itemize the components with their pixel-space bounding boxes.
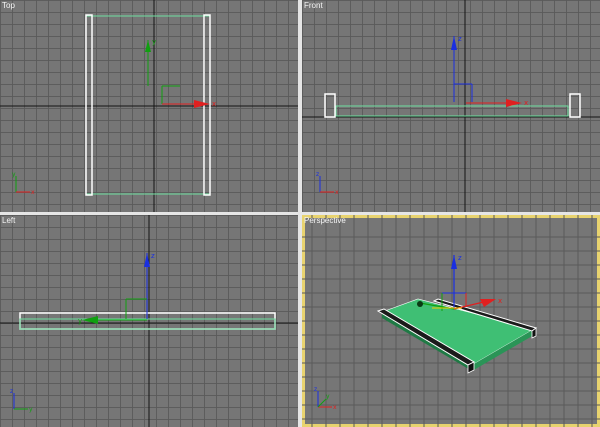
svg-text:y: y — [29, 406, 33, 413]
viewport-left[interactable]: z y z y Left — [0, 215, 298, 427]
svg-text:x: x — [333, 404, 337, 411]
svg-text:y: y — [12, 171, 16, 178]
object-outline — [19, 318, 276, 330]
object-outline — [335, 105, 569, 117]
viewport-label[interactable]: Perspective — [304, 216, 346, 225]
viewport-label[interactable]: Top — [2, 1, 15, 10]
svg-text:z: z — [151, 252, 155, 260]
svg-text:x: x — [31, 189, 35, 196]
svg-text:y: y — [326, 393, 330, 400]
svg-text:x: x — [335, 189, 339, 196]
gizmo-z-arrow — [451, 36, 457, 50]
viewport-front[interactable]: z x z x Front — [302, 0, 600, 212]
svg-text:z: z — [314, 386, 317, 393]
selected-rail-left — [324, 93, 336, 118]
svg-text:z: z — [458, 254, 462, 262]
viewport-perspective[interactable]: z x z x y Perspective — [302, 215, 600, 427]
top-view-scene: y x y x — [0, 0, 298, 212]
corner-axis-y — [317, 398, 327, 408]
svg-text:x: x — [498, 297, 502, 305]
svg-text:x: x — [524, 99, 528, 107]
gizmo-y-handle — [417, 301, 423, 307]
svg-text:z: z — [316, 171, 319, 178]
left-view-scene: z y z y — [0, 215, 298, 427]
front-view-scene: z x z x — [302, 0, 600, 212]
viewport-label[interactable]: Front — [304, 1, 323, 10]
gizmo-x-arrow — [194, 100, 210, 108]
svg-text:y: y — [78, 317, 82, 325]
svg-text:z: z — [458, 35, 462, 43]
viewport-top[interactable]: y x y x Top — [0, 0, 298, 212]
viewport-label[interactable]: Left — [2, 216, 15, 225]
gizmo-y-arrow — [145, 40, 151, 52]
selected-rail-left — [85, 14, 93, 196]
svg-text:z: z — [10, 388, 13, 395]
perspective-view-scene: z x z x y — [302, 215, 600, 427]
selected-rail-right — [569, 93, 581, 118]
viewport-layout: { "viewports": [ {"name": "viewport-top"… — [0, 0, 600, 427]
gizmo-y-label: y — [152, 38, 156, 46]
gizmo-x-label: x — [212, 100, 216, 108]
